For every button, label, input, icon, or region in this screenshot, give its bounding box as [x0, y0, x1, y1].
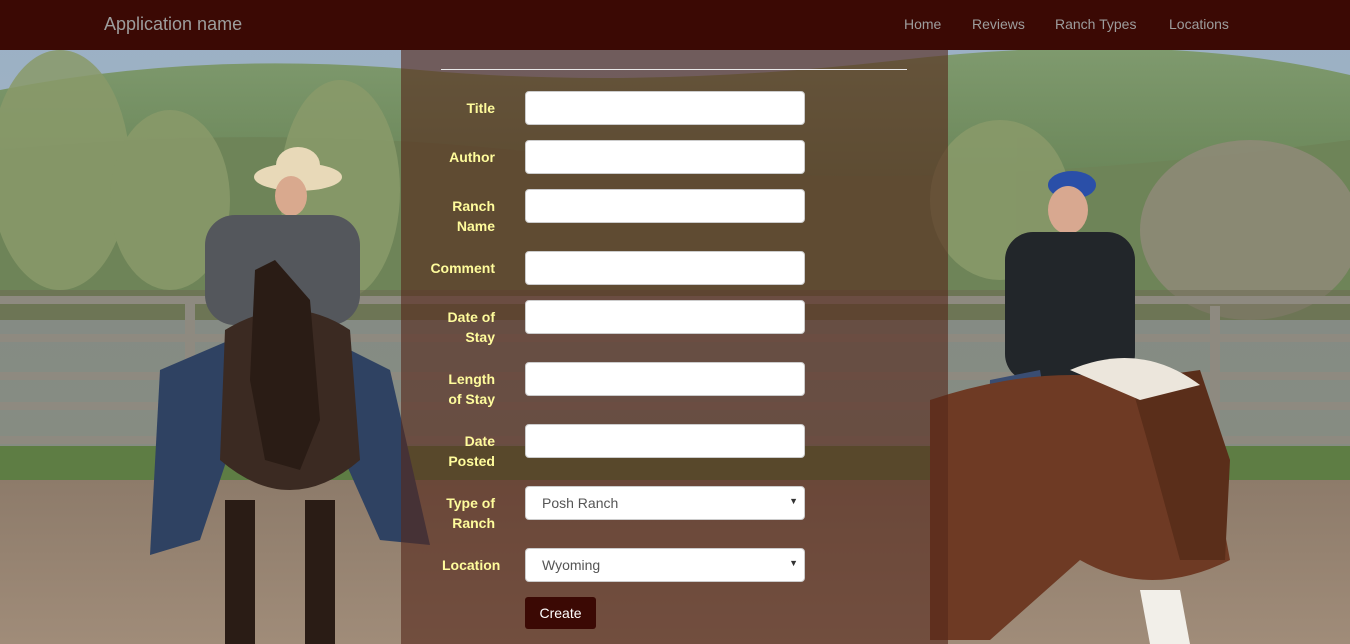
- type-of-ranch-select[interactable]: Posh Ranch ▼: [525, 486, 805, 520]
- nav-link-home[interactable]: Home: [904, 16, 941, 32]
- date-of-stay-input[interactable]: [525, 300, 805, 334]
- caret-down-icon: ▼: [789, 496, 798, 506]
- comment-input[interactable]: [525, 251, 805, 285]
- type-of-ranch-label: Type of Ranch: [446, 495, 495, 531]
- date-of-stay-label: Date of Stay: [447, 309, 495, 345]
- navbar: Application name Home Reviews Ranch Type…: [0, 0, 1350, 50]
- divider: [441, 69, 907, 70]
- caret-down-icon: ▼: [789, 558, 798, 568]
- type-of-ranch-value: Posh Ranch: [542, 495, 619, 511]
- date-posted-label: Date Posted: [448, 433, 495, 469]
- length-of-stay-label: Length of Stay: [448, 371, 495, 407]
- ranch-name-label: Ranch Name: [452, 198, 495, 234]
- review-form-panel: Title Author Ranch Name Comment Date of St…: [401, 50, 948, 644]
- author-input[interactable]: [525, 140, 805, 174]
- brand-link[interactable]: Application name: [104, 14, 242, 35]
- title-label: Title: [466, 100, 495, 116]
- comment-label: Comment: [430, 260, 495, 276]
- location-label: Location: [442, 557, 501, 573]
- date-posted-input[interactable]: [525, 424, 805, 458]
- nav-link-ranch-types[interactable]: Ranch Types: [1055, 16, 1136, 32]
- location-value: Wyoming: [542, 557, 601, 573]
- ranch-name-input[interactable]: [525, 189, 805, 223]
- location-select[interactable]: Wyoming ▼: [525, 548, 805, 582]
- nav-link-locations[interactable]: Locations: [1169, 16, 1229, 32]
- create-button[interactable]: Create: [525, 597, 596, 629]
- length-of-stay-input[interactable]: [525, 362, 805, 396]
- nav-link-reviews[interactable]: Reviews: [972, 16, 1025, 32]
- author-label: Author: [449, 149, 495, 165]
- title-input[interactable]: [525, 91, 805, 125]
